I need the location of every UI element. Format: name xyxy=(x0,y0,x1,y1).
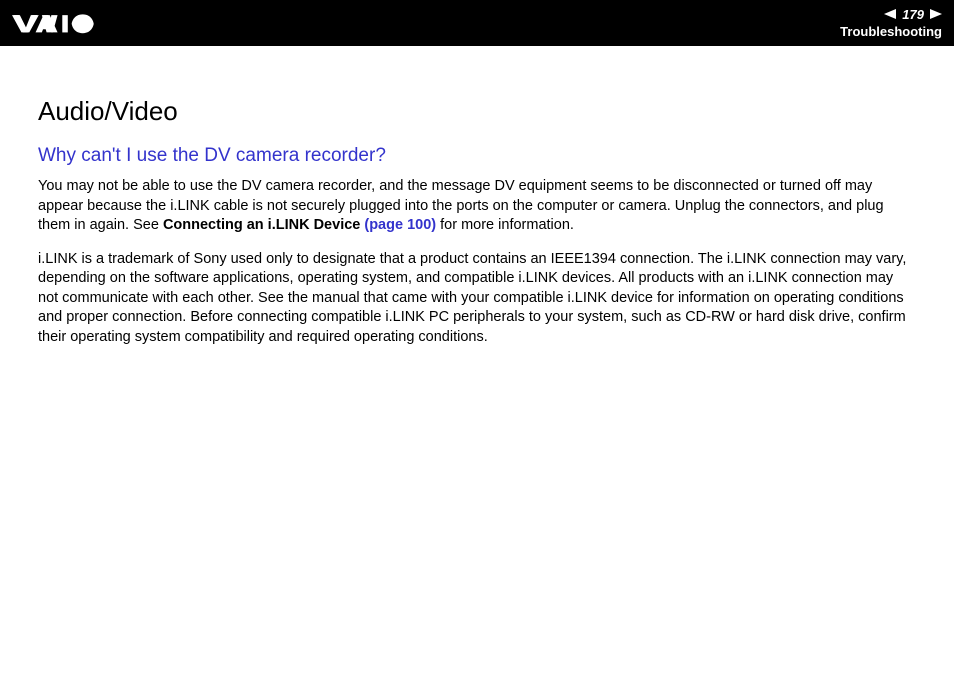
paragraph-1: You may not be able to use the DV camera… xyxy=(38,177,916,236)
section-label: Troubleshooting xyxy=(840,24,942,39)
page-navigation: 179 xyxy=(884,7,942,22)
paragraph-2: i.LINK is a trademark of Sony used only … xyxy=(38,250,916,348)
svg-text:VAIO: VAIO xyxy=(12,11,41,15)
nav-prev-icon[interactable] xyxy=(884,7,896,22)
page-number: 179 xyxy=(902,7,924,22)
question-heading: Why can't I use the DV camera recorder? xyxy=(38,145,916,167)
section-title: Audio/Video xyxy=(38,96,916,127)
content-area: Audio/Video Why can't I use the DV camer… xyxy=(0,46,954,382)
nav-next-icon[interactable] xyxy=(930,7,942,22)
page-reference-link[interactable]: (page 100) xyxy=(364,217,436,233)
paragraph-1-text-end: for more information. xyxy=(436,217,574,233)
header-bar: VAIO 179 Troubleshooting xyxy=(0,0,954,46)
vaio-logo: VAIO xyxy=(12,11,122,35)
paragraph-1-bold: Connecting an i.LINK Device xyxy=(163,217,364,233)
header-right: 179 Troubleshooting xyxy=(840,7,942,39)
